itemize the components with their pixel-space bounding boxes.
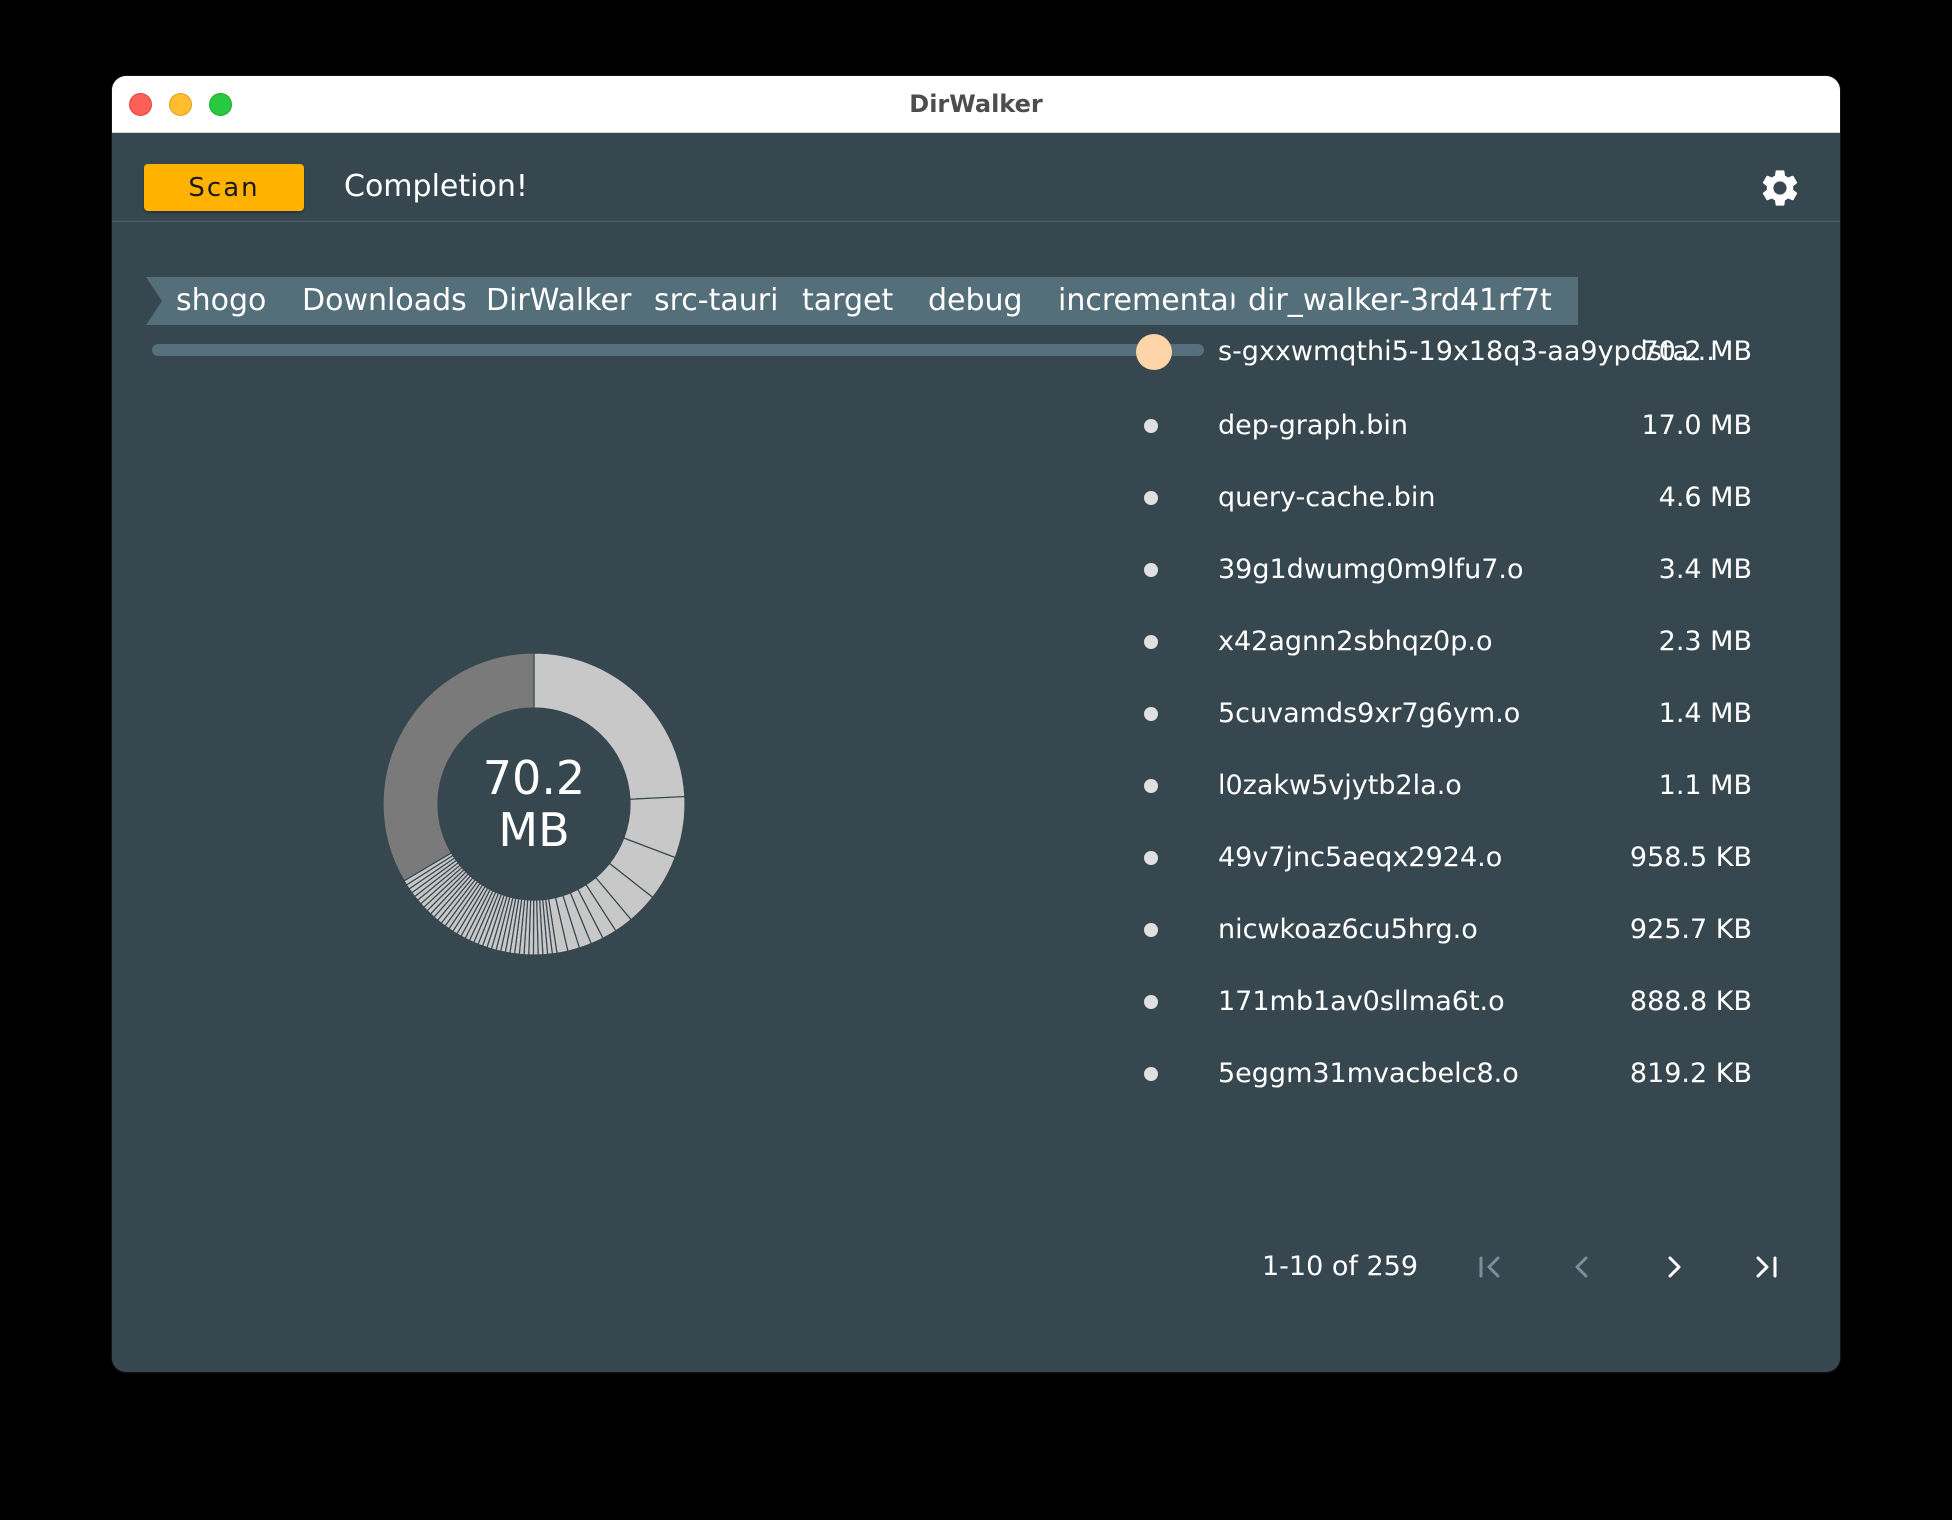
- parent-size: 70.2 MB: [1641, 336, 1752, 367]
- gear-icon[interactable]: [1758, 166, 1802, 210]
- list-item-dot: [1144, 923, 1158, 937]
- list-item-dot: [1144, 419, 1158, 433]
- file-name: 5eggm31mvacbelc8.o: [1218, 1058, 1519, 1089]
- file-name: dep-graph.bin: [1218, 410, 1409, 441]
- pagination-label: 1-10 of 259: [1262, 1251, 1419, 1282]
- breadcrumb-item[interactable]: dir_walker-3rd41rf7t: [1218, 277, 1578, 325]
- file-name: 171mb1av0sllma6t.o: [1218, 986, 1505, 1017]
- window-title: DirWalker: [909, 90, 1043, 118]
- scan-button[interactable]: Scan: [144, 164, 304, 211]
- file-size: 925.7 KB: [1629, 914, 1752, 945]
- app-window: DirWalker Scan Completion! shogo Download…: [112, 76, 1840, 1372]
- donut-svg: [382, 652, 686, 956]
- chevron-right-icon: [1668, 1256, 1681, 1278]
- first-page-button[interactable]: [1466, 1243, 1514, 1291]
- chart-slice-0[interactable]: [533, 652, 686, 800]
- list-item-dot: [1144, 491, 1158, 505]
- list-item[interactable]: 5cuvamds9xr7g6ym.o 1.4 MB: [1032, 684, 1752, 744]
- file-size: 3.4 MB: [1658, 554, 1752, 585]
- file-size: 17.0 MB: [1641, 410, 1752, 441]
- list-item-dot: [1144, 707, 1158, 721]
- list-item-dot: [1144, 1067, 1158, 1081]
- breadcrumb-item[interactable]: shogo: [146, 277, 296, 325]
- file-size: 1.4 MB: [1658, 698, 1752, 729]
- list-item-dot: [1144, 995, 1158, 1009]
- list-item[interactable]: l0zakw5vjytb2la.o 1.1 MB: [1032, 756, 1752, 816]
- list-item[interactable]: query-cache.bin 4.6 MB: [1032, 468, 1752, 528]
- list-item-dot: [1144, 635, 1158, 649]
- breadcrumb: shogo Downloads DirWalker src-tauri target de…: [146, 277, 1816, 325]
- file-name: nicwkoaz6cu5hrg.o: [1218, 914, 1478, 945]
- last-page-button[interactable]: [1742, 1243, 1790, 1291]
- file-name: 39g1dwumg0m9lfu7.o: [1218, 554, 1524, 585]
- list-item-dot: [1144, 779, 1158, 793]
- file-size: 819.2 KB: [1629, 1058, 1752, 1089]
- previous-page-button[interactable]: [1558, 1243, 1606, 1291]
- list-item-dot: [1144, 851, 1158, 865]
- size-donut-chart: 70.2 MB: [382, 652, 686, 956]
- list-item-dot: [1144, 563, 1158, 577]
- chart-slice-other[interactable]: [382, 652, 535, 882]
- list-item[interactable]: 49v7jnc5aeqx2924.o 958.5 KB: [1032, 828, 1752, 888]
- parent-directory-row[interactable]: s-gxxwmqthi5-19x18q3-aa9ypdsta... 70.2 M…: [1032, 322, 1752, 382]
- chevron-left-icon: [1575, 1256, 1588, 1278]
- file-name: query-cache.bin: [1218, 482, 1436, 513]
- file-size: 2.3 MB: [1658, 626, 1752, 657]
- file-size: 1.1 MB: [1658, 770, 1752, 801]
- last-page-icon: [1756, 1256, 1777, 1278]
- status-text: Completion!: [344, 169, 528, 204]
- file-name: 5cuvamds9xr7g6ym.o: [1218, 698, 1521, 729]
- list-item[interactable]: 5eggm31mvacbelc8.o 819.2 KB: [1032, 1044, 1752, 1104]
- list-item[interactable]: x42agnn2sbhqz0p.o 2.3 MB: [1032, 612, 1752, 672]
- title-bar: DirWalker: [112, 76, 1840, 133]
- file-name: x42agnn2sbhqz0p.o: [1218, 626, 1493, 657]
- parent-name: s-gxxwmqthi5-19x18q3-aa9ypdsta...: [1218, 336, 1715, 367]
- list-item[interactable]: dep-graph.bin 17.0 MB: [1032, 396, 1752, 456]
- file-size: 958.5 KB: [1629, 842, 1752, 873]
- list-item[interactable]: 171mb1av0sllma6t.o 888.8 KB: [1032, 972, 1752, 1032]
- list-item[interactable]: nicwkoaz6cu5hrg.o 925.7 KB: [1032, 900, 1752, 960]
- parent-color-dot: [1136, 334, 1172, 370]
- file-name: 49v7jnc5aeqx2924.o: [1218, 842, 1503, 873]
- toolbar: Scan Completion!: [112, 132, 1840, 222]
- file-name: l0zakw5vjytb2la.o: [1218, 770, 1462, 801]
- list-item[interactable]: 39g1dwumg0m9lfu7.o 3.4 MB: [1032, 540, 1752, 600]
- file-size: 4.6 MB: [1658, 482, 1752, 513]
- next-page-button[interactable]: [1650, 1243, 1698, 1291]
- file-size: 888.8 KB: [1629, 986, 1752, 1017]
- first-page-icon: [1479, 1256, 1500, 1278]
